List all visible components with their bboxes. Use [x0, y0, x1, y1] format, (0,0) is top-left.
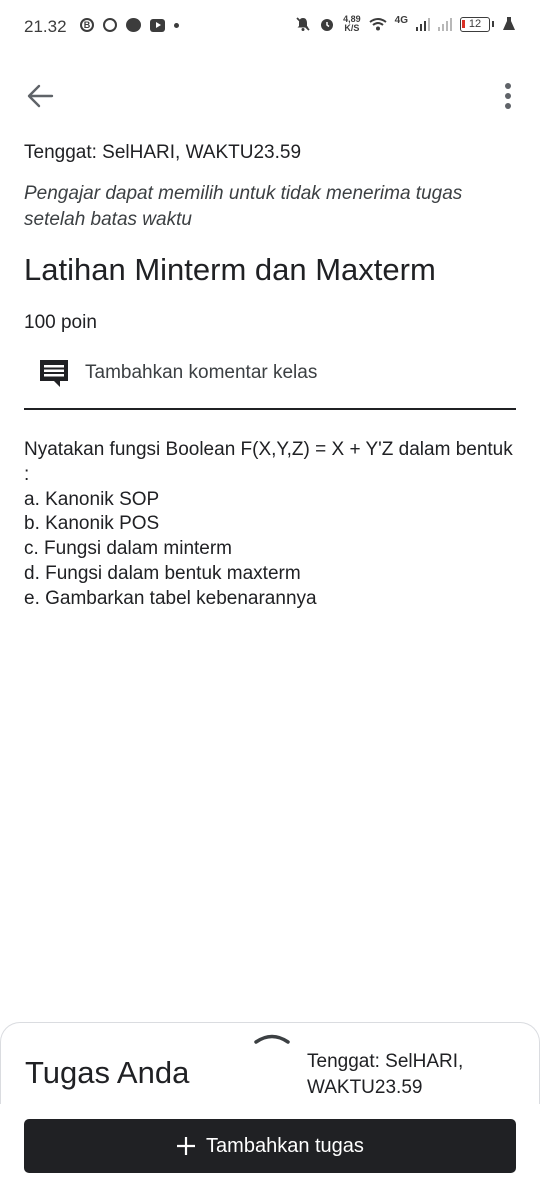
- expand-sheet-handle[interactable]: [253, 1029, 291, 1045]
- add-work-button[interactable]: Tambahkan tugas: [24, 1119, 516, 1173]
- description-line: d. Fungsi dalam bentuk maxterm: [24, 562, 301, 584]
- more-vert-icon: [505, 83, 511, 109]
- alarm-icon: [321, 19, 334, 31]
- chat-bubble-icon: [126, 18, 141, 32]
- whatsapp-icon: [103, 18, 117, 32]
- b-circle-icon: B: [80, 18, 94, 32]
- notification-icons: B: [80, 18, 179, 32]
- arrow-left-icon: [27, 84, 54, 108]
- bell-off-icon: [296, 17, 310, 31]
- more-options-button[interactable]: [498, 80, 518, 112]
- add-class-comment[interactable]: Tambahkan komentar kelas: [24, 352, 516, 410]
- app-bar: [0, 72, 540, 120]
- assignment-description: Nyatakan fungsi Boolean F(X,Y,Z) = X + Y…: [24, 438, 516, 612]
- chevron-up-icon: [254, 1034, 290, 1044]
- comment-label: Tambahkan komentar kelas: [85, 362, 318, 383]
- your-work-sheet[interactable]: Tugas Anda Tenggat: SelHARI, WAKTU23.59: [0, 1022, 540, 1104]
- sheet-due-date: Tenggat: SelHARI, WAKTU23.59: [307, 1051, 464, 1098]
- status-bar: 21.32 B 4,89 K/S 4G 12: [0, 0, 540, 56]
- status-time: 21.32: [24, 17, 67, 36]
- flask-icon: [503, 17, 515, 30]
- comment-icon: [40, 360, 68, 387]
- due-date: Tenggat: SelHARI, WAKTU23.59: [24, 142, 302, 163]
- assignment-title: Latihan Minterm dan Maxterm: [24, 252, 436, 287]
- signal-icon: [438, 17, 452, 31]
- back-button[interactable]: [24, 80, 60, 112]
- youtube-icon: [150, 18, 165, 32]
- assignment-points: 100 poin: [24, 312, 97, 333]
- description-line: b. Kanonik POS: [24, 513, 160, 535]
- signal-icon: [416, 17, 430, 31]
- add-work-label: Tambahkan tugas: [206, 1134, 364, 1157]
- description-line: a. Kanonik SOP: [24, 488, 160, 510]
- description-line: c. Fungsi dalam minterm: [24, 538, 233, 560]
- divider: [24, 408, 516, 410]
- sheet-title: Tugas Anda: [25, 1055, 190, 1090]
- late-submission-note: Pengajar dapat memilih untuk tidak mener…: [24, 183, 463, 230]
- description-line: Nyatakan fungsi Boolean F(X,Y,Z) = X + Y…: [24, 439, 513, 485]
- system-icons: 4,89 K/S 4G 12: [295, 15, 516, 33]
- wifi-icon: [369, 18, 387, 31]
- plus-icon: [177, 1137, 196, 1155]
- network-speed: 4,89 K/S: [343, 14, 361, 33]
- battery-icon: 12: [460, 16, 494, 32]
- description-line: e. Gambarkan tabel kebenarannya: [24, 587, 317, 609]
- dot-icon: [174, 22, 179, 28]
- network-type: 4G: [394, 14, 408, 26]
